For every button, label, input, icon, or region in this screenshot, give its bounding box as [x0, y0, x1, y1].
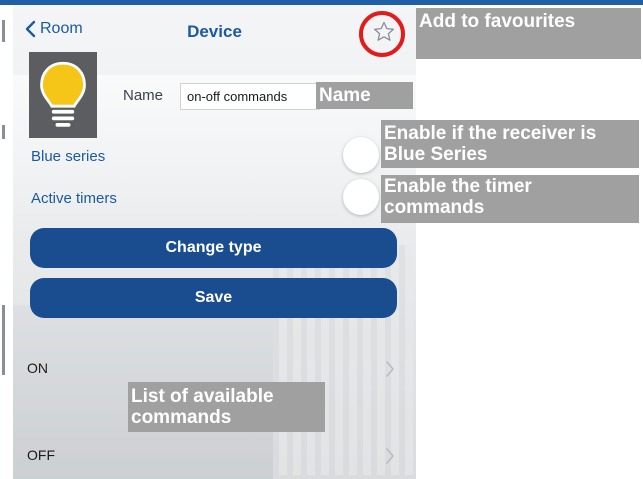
page-title: Device [187, 22, 242, 41]
light-bulb-icon [40, 61, 86, 127]
favourite-highlight-ring [359, 11, 405, 57]
callout-timers: Enable the timer commands [381, 175, 639, 223]
command-label: OFF [27, 447, 55, 463]
chevron-right-icon [386, 361, 394, 377]
name-label: Name [123, 87, 164, 104]
active-timers-label: Active timers [31, 190, 117, 207]
edge-mark [2, 20, 5, 42]
callout-commands: List of available commands [128, 382, 325, 432]
chevron-right-icon [386, 448, 394, 464]
blue-series-label: Blue series [31, 148, 106, 165]
save-button[interactable]: Save [30, 278, 397, 318]
change-type-button[interactable]: Change type [30, 228, 397, 268]
device-icon-tile[interactable] [29, 52, 97, 138]
callout-name: Name [316, 82, 413, 109]
device-name-input[interactable] [180, 83, 320, 110]
command-label: ON [27, 360, 48, 376]
blue-series-toggle[interactable] [343, 137, 379, 173]
callout-favourites: Add to favourites [416, 8, 641, 59]
command-list-item[interactable]: OFF [13, 437, 416, 477]
active-timers-toggle[interactable] [343, 179, 379, 215]
callout-blue-series: Enable if the receiver is Blue Series [381, 120, 639, 168]
left-edge [0, 5, 13, 479]
edge-mark [2, 305, 5, 375]
edge-mark [2, 125, 5, 139]
